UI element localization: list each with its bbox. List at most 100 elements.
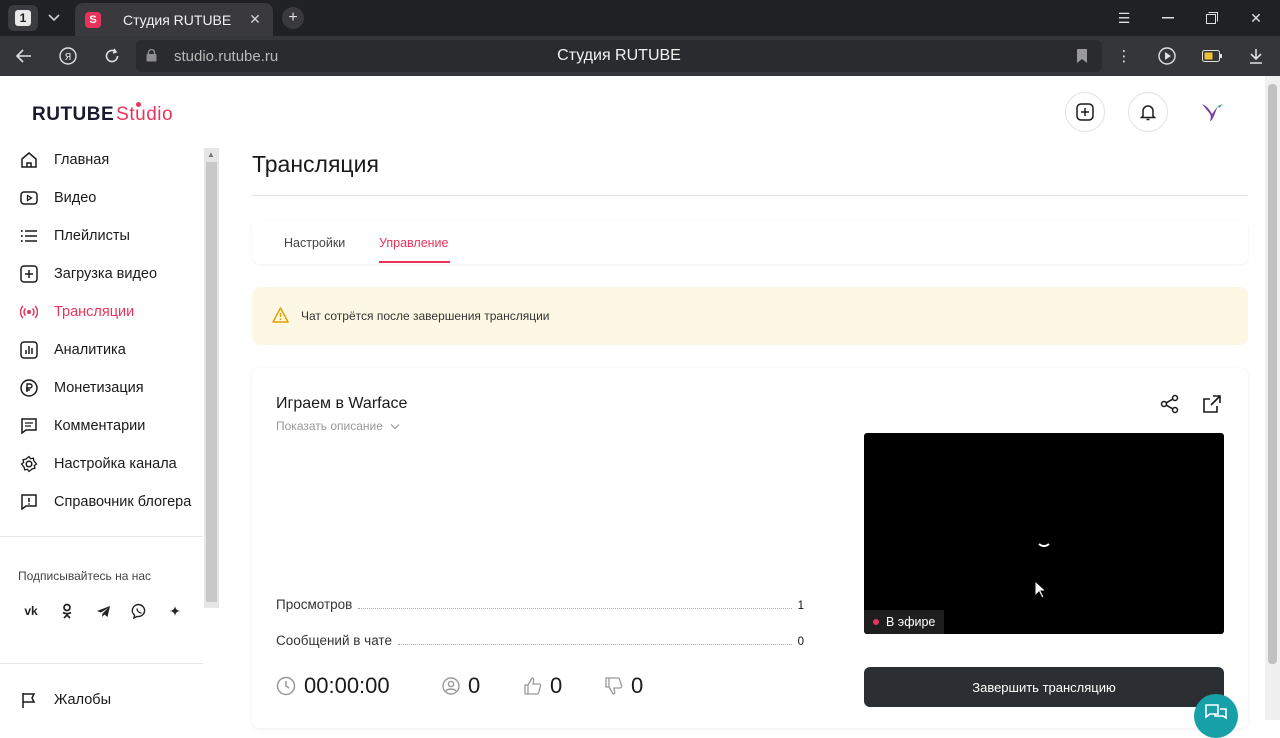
sidebar-item-label: Монетизация [54, 380, 144, 396]
live-label: В эфире [886, 615, 936, 629]
browser-tab-bar: 1 S Студия RUTUBE ✕ + ☰ ✕ [0, 0, 1280, 36]
close-icon[interactable]: ✕ [247, 11, 263, 28]
sidebar-item-broadcasts[interactable]: Трансляции [20, 300, 134, 324]
viber-icon[interactable] [125, 597, 153, 625]
show-description-toggle[interactable]: Показать описание [276, 419, 400, 433]
stat-label: Сообщений в чате [276, 633, 392, 648]
svg-text:Я: Я [65, 52, 72, 63]
page-scroll-thumb[interactable] [1268, 84, 1277, 664]
odnoklassniki-icon[interactable] [53, 597, 81, 625]
page-title: Трансляция [252, 151, 379, 177]
tab-management[interactable]: Управление [379, 236, 449, 250]
info-icon [20, 493, 38, 511]
warning-icon [272, 307, 289, 323]
more-vertical-icon[interactable]: ⋮ [1112, 44, 1136, 68]
sidebar-item-comments[interactable]: Комментарии [20, 414, 145, 438]
video-player[interactable]: В эфире [864, 433, 1224, 634]
tab-settings[interactable]: Настройки [284, 236, 345, 250]
end-broadcast-button[interactable]: Завершить трансляцию [864, 667, 1224, 707]
sidebar-item-label: Видео [54, 190, 97, 206]
logo-sub: Studio [116, 104, 174, 125]
new-tab-button[interactable]: + [282, 7, 304, 29]
media-play-icon[interactable] [1156, 44, 1180, 68]
sidebar-item-home[interactable]: Главная [20, 148, 109, 172]
sidebar-item-complaints[interactable]: Жалобы [20, 688, 111, 712]
avatar[interactable] [1192, 92, 1232, 132]
sidebar-item-analytics[interactable]: Аналитика [20, 338, 126, 362]
logo-dot [136, 102, 141, 107]
stat-views: Просмотров 1 [276, 597, 804, 612]
sidebar-item-label: Настройка канала [54, 456, 177, 472]
active-tab-underline [379, 261, 450, 263]
stream-card: Играем в Warface Показать описание Просм… [252, 368, 1248, 728]
show-description-label: Показать описание [276, 419, 383, 433]
zen-icon[interactable] [161, 597, 189, 625]
chevron-down-icon[interactable] [44, 8, 64, 28]
sidebar-scrollbar[interactable]: ▲ [204, 148, 219, 608]
sidebar-item-channel-settings[interactable]: Настройка канала [20, 452, 177, 476]
yandex-icon[interactable]: Я [56, 44, 80, 68]
minimize-icon[interactable] [1156, 6, 1180, 30]
share-icon[interactable] [1160, 394, 1180, 414]
studio-app: RUTUBE Studio Главная Видео Плейлисты Заг… [0, 76, 1280, 728]
sidebar-item-blogger-guide[interactable]: Справочник блогера [20, 490, 191, 514]
plus-square-icon [1076, 103, 1094, 121]
chevron-down-icon [390, 424, 400, 430]
url-field[interactable]: studio.rutube.ru Студия RUTUBE [136, 40, 1102, 72]
telegram-icon[interactable] [89, 597, 117, 625]
flag-icon [20, 691, 38, 709]
restore-icon[interactable] [1200, 6, 1224, 30]
browser-tab-title: Студия RUTUBE [123, 11, 232, 28]
window-close-icon[interactable]: ✕ [1244, 6, 1268, 30]
stat-leader-dots [358, 599, 792, 609]
sidebar-item-playlists[interactable]: Плейлисты [20, 224, 130, 248]
stat-value: 0 [797, 636, 804, 648]
stat-value: 1 [797, 600, 804, 612]
menu-icon[interactable]: ☰ [1112, 6, 1136, 30]
sidebar-item-label: Справочник блогера [54, 494, 192, 510]
page-scrollbar[interactable] [1265, 76, 1280, 720]
external-link-icon[interactable] [1202, 394, 1222, 414]
page-title-display: Студия RUTUBE [557, 47, 681, 64]
tab-counter-button[interactable]: 1 [8, 5, 38, 31]
follow-label: Подписывайтесь на нас [18, 569, 152, 583]
sidebar-item-upload[interactable]: Загрузка видео [20, 262, 157, 286]
download-icon[interactable] [1244, 44, 1268, 68]
sidebar-scroll-thumb[interactable] [206, 162, 217, 602]
stream-likes: 0 [524, 673, 562, 699]
stream-viewers: 0 [442, 673, 480, 699]
vk-icon[interactable]: vk [17, 597, 45, 625]
chat-warning-alert: Чат сотрётся после завершения трансляции [252, 287, 1248, 345]
battery-icon[interactable] [1200, 44, 1224, 68]
clock-icon [276, 676, 296, 696]
sidebar-item-video[interactable]: Видео [20, 186, 96, 210]
sidebar-item-label: Трансляции [54, 304, 135, 320]
viewer-icon [442, 677, 460, 695]
rutube-studio-logo[interactable]: RUTUBE Studio [32, 102, 174, 126]
rutube-favicon-icon: S [85, 11, 101, 28]
reload-icon[interactable] [100, 44, 124, 68]
mouse-cursor-icon [1034, 580, 1048, 599]
likes-value: 0 [550, 673, 563, 698]
sidebar: Главная Видео Плейлисты Загрузка видео Т… [0, 146, 220, 720]
stream-duration: 00:00:00 [276, 673, 390, 699]
stat-leader-dots [397, 635, 792, 645]
notifications-button[interactable] [1128, 92, 1168, 132]
back-arrow-icon[interactable] [12, 44, 36, 68]
add-content-button[interactable] [1065, 92, 1105, 132]
ruble-icon [20, 379, 38, 397]
sidebar-item-monetization[interactable]: Монетизация [20, 376, 144, 400]
title-divider [252, 195, 1248, 196]
bookmark-icon[interactable] [1076, 48, 1088, 64]
support-chat-button[interactable] [1194, 694, 1238, 738]
tabs-card: Настройки Управление [252, 220, 1248, 264]
sidebar-item-label: Жалобы [54, 692, 112, 708]
viewers-value: 0 [468, 673, 481, 698]
upload-icon [20, 265, 38, 283]
video-icon [20, 189, 38, 207]
tab-count-label: 1 [15, 10, 31, 26]
thumbs-up-icon [524, 677, 542, 695]
scroll-up-icon[interactable]: ▲ [207, 150, 215, 159]
sidebar-item-label: Комментарии [54, 418, 146, 434]
browser-tab-active[interactable]: S Студия RUTUBE ✕ [75, 3, 273, 36]
